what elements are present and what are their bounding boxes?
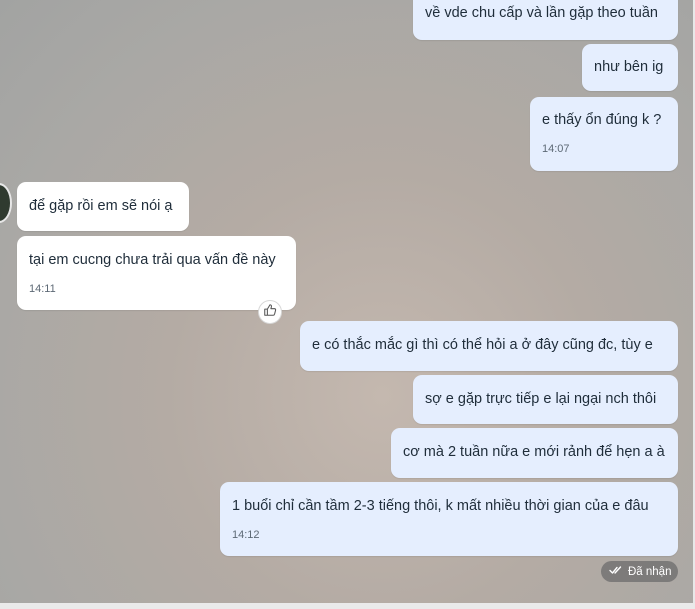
thumbs-up-icon (263, 303, 277, 322)
outgoing-message[interactable]: e có thắc mắc gì thì có thể hỏi a ở đây … (300, 321, 678, 371)
message-text: cơ mà 2 tuần nữa e mới rảnh để hẹn a à (403, 444, 665, 460)
double-check-icon (609, 565, 623, 578)
message-text: sợ e gặp trực tiếp e lại ngại nch thôi (425, 391, 657, 407)
outgoing-message[interactable]: 1 buổi chỉ cần tầm 2-3 tiếng thôi, k mất… (220, 482, 678, 556)
message-time: 14:11 (29, 283, 56, 295)
outgoing-message[interactable]: cơ mà 2 tuần nữa e mới rảnh để hẹn a à (391, 428, 678, 478)
message-text: để gặp rồi em sẽ nói ạ (29, 198, 173, 214)
message-text: như bên ig (594, 59, 664, 75)
delivery-status: Đã nhận (601, 561, 678, 582)
message-text: về vde chu cấp và lần gặp theo tuần (425, 5, 658, 21)
message-time: 14:12 (232, 529, 260, 541)
outgoing-message[interactable]: về vde chu cấp và lần gặp theo tuần (413, 0, 678, 40)
message-text: e có thắc mắc gì thì có thể hỏi a ở đây … (312, 337, 653, 353)
message-text: e thấy ổn đúng k ? (542, 112, 662, 128)
outgoing-message[interactable]: e thấy ổn đúng k ? 14:07 (530, 97, 678, 171)
message-text: 1 buổi chỉ cần tầm 2-3 tiếng thôi, k mất… (232, 498, 649, 514)
outgoing-message[interactable]: sợ e gặp trực tiếp e lại ngại nch thôi (413, 375, 678, 424)
message-time: 14:07 (542, 143, 570, 155)
bottom-divider (0, 603, 695, 609)
incoming-message[interactable]: để gặp rồi em sẽ nói ạ (17, 182, 189, 231)
message-text: tại em cucng chưa trải qua vấn đề này (29, 252, 276, 268)
contact-avatar[interactable] (0, 183, 12, 223)
incoming-message[interactable]: tại em cucng chưa trải qua vấn đề này 14… (17, 236, 296, 310)
delivery-status-label: Đã nhận (628, 565, 672, 578)
reaction-button[interactable] (258, 300, 282, 324)
outgoing-message[interactable]: như bên ig (582, 44, 678, 91)
